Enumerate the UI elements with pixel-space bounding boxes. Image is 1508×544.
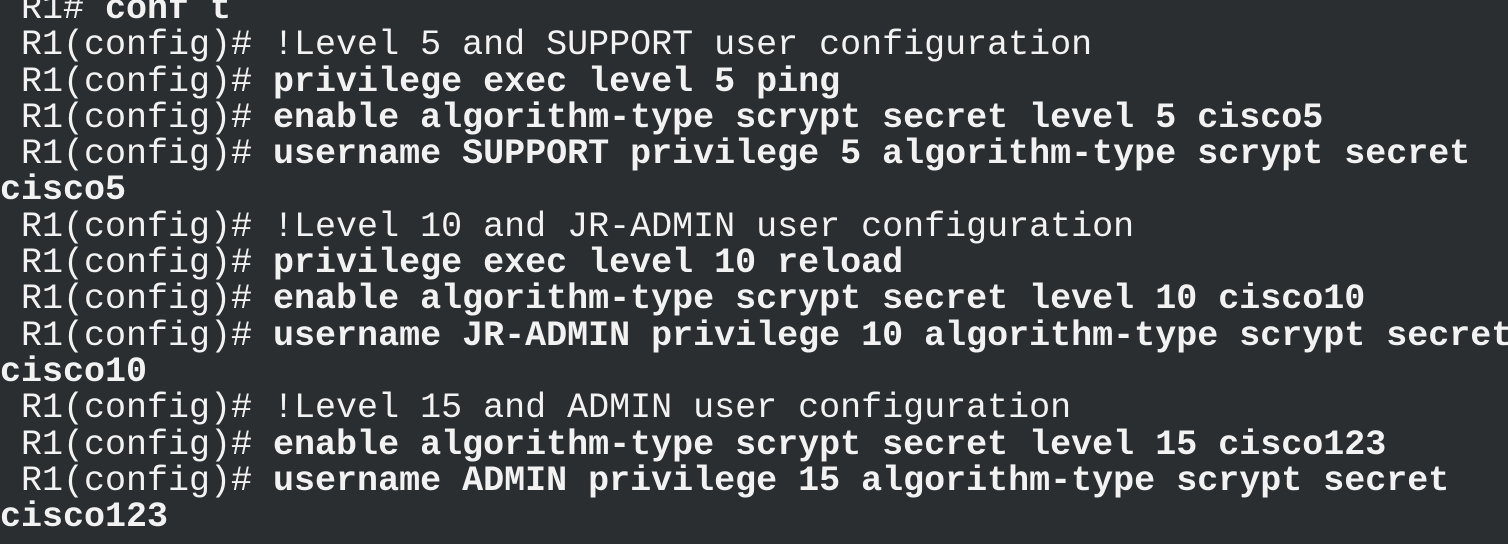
terminal-line: cisco123 — [0, 499, 1508, 535]
terminal-line: R1(config)# privilege exec level 10 relo… — [0, 245, 1508, 281]
terminal-command: enable algorithm-type scrypt secret leve… — [273, 281, 1366, 318]
terminal-line: R1(config)# username ADMIN privilege 15 … — [0, 463, 1508, 499]
terminal-command: cisco5 — [0, 172, 127, 209]
terminal-prompt: R1(config)# — [0, 281, 274, 318]
terminal-prompt: R1(config)# — [0, 136, 274, 173]
terminal-prompt: R1(config)# — [0, 208, 274, 246]
terminal-command: username JR-ADMIN privilege 10 algorithm… — [273, 317, 1508, 354]
terminal-line: R1(config)# !Level 5 and SUPPORT user co… — [0, 27, 1508, 63]
terminal-command: enable algorithm-type scrypt secret leve… — [273, 426, 1387, 463]
terminal-line: R1(config)# enable algorithm-type scrypt… — [0, 427, 1508, 463]
terminal-prompt: R1(config)# — [0, 63, 274, 100]
terminal-command: cisco123 — [0, 499, 169, 536]
terminal-output: R1# conf t R1(config)# !Level 5 and SUPP… — [0, 0, 1508, 535]
terminal-line: R1(config)# !Level 15 and ADMIN user con… — [0, 390, 1508, 426]
terminal-line: R1# conf t — [0, 0, 1508, 27]
terminal-line: cisco10 — [0, 354, 1508, 390]
terminal-line: R1(config)# enable algorithm-type scrypt… — [0, 281, 1508, 317]
terminal-line: R1(config)# username SUPPORT privilege 5… — [0, 136, 1508, 172]
terminal-prompt: R1(config)# — [0, 462, 274, 500]
terminal-line: cisco5 — [0, 172, 1508, 208]
terminal-comment: !Level 5 and SUPPORT user configuration — [273, 27, 1093, 64]
terminal-command: privilege exec level 5 ping — [273, 63, 841, 100]
terminal-prompt: R1(config)# — [0, 245, 274, 282]
terminal-command: privilege exec level 10 reload — [273, 245, 904, 282]
terminal-prompt: R1(config)# — [0, 27, 274, 64]
terminal-command: enable algorithm-type scrypt secret leve… — [273, 99, 1324, 137]
terminal-line: R1(config)# !Level 10 and JR-ADMIN user … — [0, 209, 1508, 245]
terminal-prompt: R1(config)# — [0, 390, 274, 427]
terminal-comment: !Level 10 and JR-ADMIN user configuratio… — [273, 208, 1135, 246]
terminal-prompt: R1(config)# — [0, 317, 274, 354]
terminal-command: username ADMIN privilege 15 algorithm-ty… — [273, 462, 1450, 500]
terminal-command: username SUPPORT privilege 5 algorithm-t… — [273, 136, 1471, 173]
terminal-line: R1(config)# privilege exec level 5 ping — [0, 64, 1508, 100]
terminal-comment: !Level 15 and ADMIN user configuration — [273, 390, 1072, 427]
terminal-prompt: R1(config)# — [0, 99, 274, 137]
terminal-line: R1(config)# enable algorithm-type scrypt… — [0, 100, 1508, 136]
terminal-command: cisco10 — [0, 353, 148, 391]
terminal-command: conf t — [105, 0, 232, 28]
terminal-prompt: R1# — [0, 0, 106, 28]
terminal-line: R1(config)# username JR-ADMIN privilege … — [0, 318, 1508, 354]
terminal-prompt: R1(config)# — [0, 426, 274, 463]
